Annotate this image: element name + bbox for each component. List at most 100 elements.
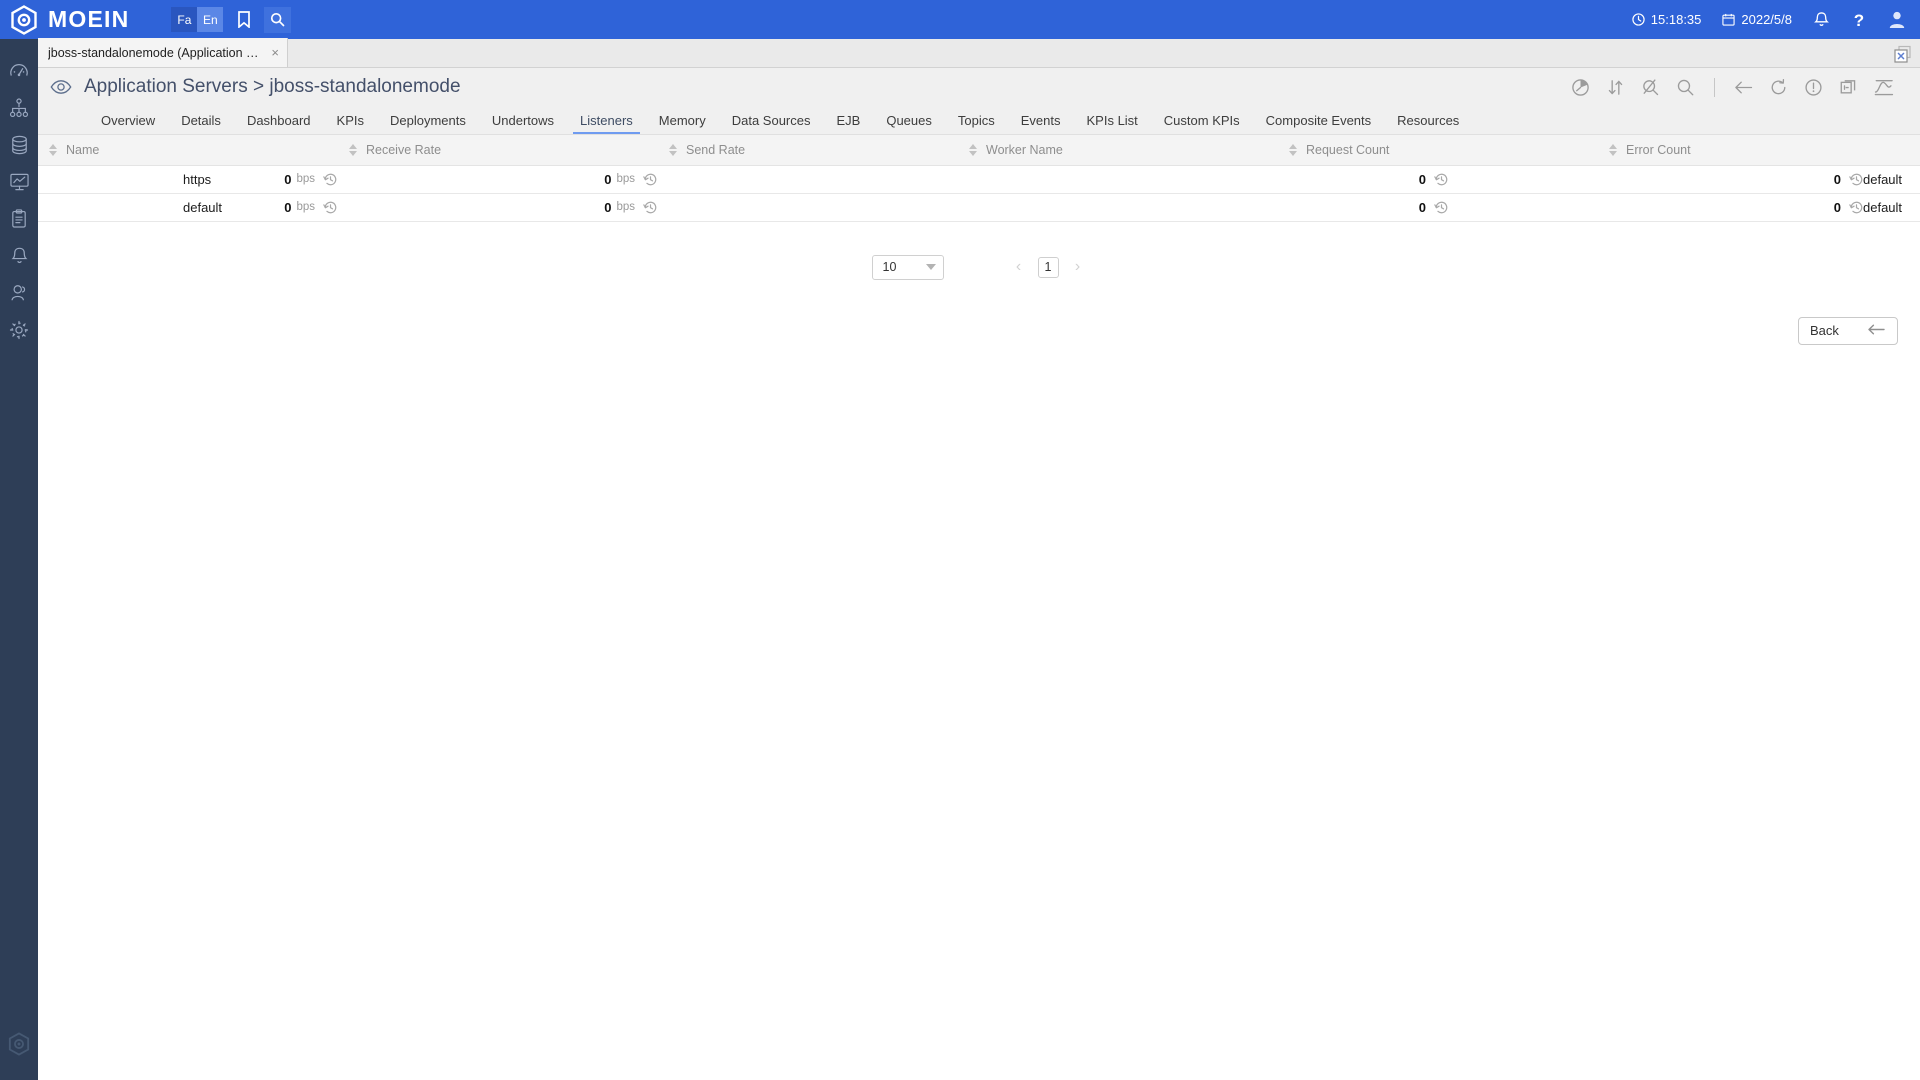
history-clock-icon[interactable]: [323, 200, 338, 215]
sort-arrows-icon[interactable]: [669, 143, 677, 156]
send-rate-unit: bps: [616, 201, 635, 213]
tab-data-sources[interactable]: Data Sources: [719, 106, 824, 134]
arrow-left-icon: [1866, 323, 1886, 339]
tab-undertows[interactable]: Undertows: [479, 106, 567, 134]
close-all-tabs-icon[interactable]: [1893, 45, 1912, 64]
receive-rate-unit: bps: [296, 201, 315, 213]
history-clock-icon[interactable]: [643, 172, 658, 187]
left-sidebar: [0, 39, 38, 1080]
sidebar-item-monitoring[interactable]: [0, 166, 38, 203]
sidebar-item-topology[interactable]: [0, 92, 38, 129]
question-mark-icon[interactable]: ?: [1851, 11, 1867, 29]
column-header-name[interactable]: Name: [38, 135, 338, 166]
error-count-value: 0: [1833, 171, 1841, 187]
alert-circle-icon[interactable]: [1803, 77, 1824, 98]
footer-actions: Back: [38, 316, 1920, 345]
bell-icon[interactable]: [1813, 11, 1830, 29]
clock-status: 15:18:35: [1632, 12, 1701, 27]
sidebar-item-alerts[interactable]: [0, 240, 38, 277]
sort-arrows-icon[interactable]: [1605, 77, 1626, 98]
history-clock-icon[interactable]: [1849, 172, 1864, 187]
sort-arrows-icon[interactable]: [1609, 143, 1617, 156]
tabstrip-empty-space: [288, 38, 1893, 67]
close-icon[interactable]: ×: [271, 45, 279, 60]
cell-request-count: 0: [1278, 165, 1598, 194]
tab-queues[interactable]: Queues: [873, 106, 945, 134]
tab-events[interactable]: Events: [1008, 106, 1074, 134]
request-count-value: 0: [1418, 171, 1426, 187]
cell-worker-name: default: [958, 193, 1902, 222]
tab-overview[interactable]: Overview: [88, 106, 168, 134]
refresh-icon[interactable]: [1768, 77, 1789, 98]
monitor-chart-icon: [9, 172, 30, 197]
history-clock-icon[interactable]: [323, 172, 338, 187]
receive-rate-value: 0: [284, 171, 292, 187]
user-icon: [9, 283, 29, 308]
bookmark-icon[interactable]: [230, 7, 257, 33]
tab-ejb[interactable]: EJB: [824, 106, 874, 134]
lang-en-button[interactable]: En: [197, 7, 224, 32]
tab-details[interactable]: Details: [168, 106, 234, 134]
tab-deployments[interactable]: Deployments: [377, 106, 479, 134]
tab-resources[interactable]: Resources: [1384, 106, 1472, 134]
sidebar-item-database[interactable]: [0, 129, 38, 166]
request-count-value: 0: [1418, 199, 1426, 215]
tab-memory[interactable]: Memory: [646, 106, 719, 134]
tab-dashboard[interactable]: Dashboard: [234, 106, 324, 134]
prev-page-button[interactable]: ‹: [1010, 258, 1028, 276]
tab-custom-kpis[interactable]: Custom KPIs: [1151, 106, 1253, 134]
duplicate-icon[interactable]: [1838, 77, 1859, 98]
column-header-worker-name[interactable]: Worker Name: [958, 135, 1278, 166]
chevron-down-icon[interactable]: [925, 264, 936, 270]
gauge-icon: [9, 61, 29, 86]
document-tab[interactable]: jboss-standalonemode (Application S... ×: [38, 38, 288, 67]
column-header-request-count[interactable]: Request Count: [1278, 135, 1598, 166]
sort-arrows-icon[interactable]: [49, 143, 57, 156]
history-clock-icon[interactable]: [643, 200, 658, 215]
arrow-left-icon[interactable]: [1733, 77, 1754, 98]
user-avatar-icon[interactable]: [1888, 10, 1906, 29]
sort-arrows-icon[interactable]: [1289, 143, 1297, 156]
search-icon[interactable]: [1675, 77, 1696, 98]
column-header-send-rate[interactable]: Send Rate: [658, 135, 958, 166]
column-label: Error Count: [1626, 142, 1691, 157]
page-number-1[interactable]: 1: [1037, 256, 1059, 278]
lang-fa-button[interactable]: Fa: [171, 7, 198, 32]
history-clock-icon[interactable]: [1434, 172, 1449, 187]
send-rate-value: 0: [604, 199, 612, 215]
clipboard-icon: [10, 209, 28, 234]
language-switcher[interactable]: Fa En: [171, 7, 224, 32]
tab-composite-events[interactable]: Composite Events: [1253, 106, 1385, 134]
column-label: Request Count: [1306, 142, 1390, 157]
next-page-button[interactable]: ›: [1069, 258, 1087, 276]
cell-send-rate: 0 bps: [604, 193, 958, 222]
page-title: Application Servers > jboss-standalonemo…: [84, 76, 461, 97]
column-header-error-count[interactable]: Error Count: [1598, 135, 1920, 166]
search-icon[interactable]: [264, 6, 292, 33]
table-row[interactable]: https 0 bps 0 bps default 0 0: [38, 165, 1920, 194]
history-clock-icon[interactable]: [1434, 200, 1449, 215]
current-date: 2022/5/8: [1741, 12, 1792, 27]
bell-icon: [10, 246, 29, 271]
history-clock-icon[interactable]: [1849, 200, 1864, 215]
pie-clock-icon[interactable]: [1570, 77, 1591, 98]
sidebar-item-users[interactable]: [0, 277, 38, 314]
page-size-select[interactable]: 10: [871, 254, 944, 280]
no-search-icon[interactable]: [1640, 77, 1661, 98]
sidebar-item-settings[interactable]: [0, 314, 38, 351]
sort-arrows-icon[interactable]: [969, 143, 977, 156]
sidebar-item-reports[interactable]: [0, 203, 38, 240]
listeners-table-wrapper: Name Receive Rate Send Rate Worker Name …: [38, 135, 1920, 222]
tab-kpis-list[interactable]: KPIs List: [1074, 106, 1151, 134]
tab-topics[interactable]: Topics: [945, 106, 1008, 134]
sort-arrows-icon[interactable]: [349, 143, 357, 156]
table-row[interactable]: default 0 bps 0 bps default 0 0: [38, 193, 1920, 222]
sidebar-item-dashboard[interactable]: [0, 55, 38, 92]
column-label: Worker Name: [986, 142, 1063, 157]
back-button[interactable]: Back: [1798, 316, 1898, 345]
column-header-receive-rate[interactable]: Receive Rate: [338, 135, 658, 166]
tab-kpis[interactable]: KPIs: [324, 106, 377, 134]
topology-icon: [9, 98, 29, 123]
tab-listeners[interactable]: Listeners: [567, 106, 646, 134]
chart-line-icon[interactable]: [1873, 77, 1894, 98]
